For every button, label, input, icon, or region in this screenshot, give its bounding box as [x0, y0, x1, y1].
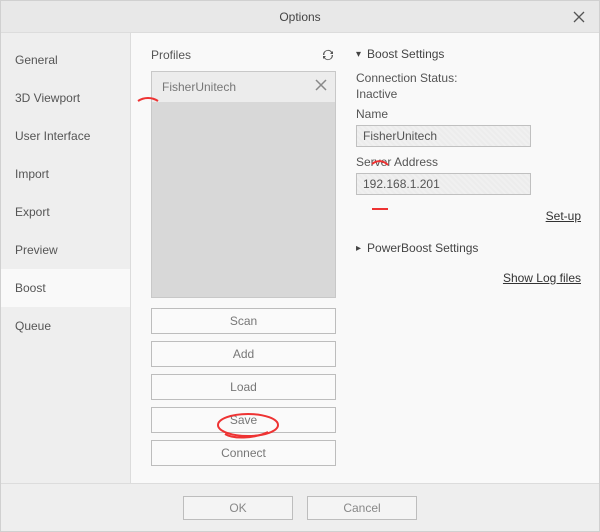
section-label: Boost Settings [367, 47, 444, 61]
add-button[interactable]: Add [151, 341, 336, 367]
server-address-label: Server Address [356, 155, 581, 169]
sidebar-item-label: Preview [15, 243, 58, 257]
sidebar-item-3d-viewport[interactable]: 3D Viewport [1, 79, 130, 117]
close-button[interactable] [559, 1, 599, 33]
button-label: OK [229, 501, 246, 515]
name-field[interactable]: FisherUnitech [356, 125, 531, 147]
profile-item-name: FisherUnitech [162, 80, 236, 94]
sidebar-item-export[interactable]: Export [1, 193, 130, 231]
button-label: Load [230, 380, 257, 394]
sidebar-item-label: 3D Viewport [15, 91, 80, 105]
scan-button[interactable]: Scan [151, 308, 336, 334]
sidebar-item-label: Import [15, 167, 49, 181]
close-icon [573, 11, 585, 23]
button-label: Save [230, 413, 257, 427]
button-label: Cancel [343, 501, 380, 515]
save-button[interactable]: Save [151, 407, 336, 433]
input-value: 192.168.1.201 [363, 177, 440, 191]
close-icon [315, 79, 327, 91]
footer: OK Cancel [1, 483, 599, 531]
sidebar-item-label: Export [15, 205, 50, 219]
profile-item[interactable]: FisherUnitech [152, 72, 335, 102]
sidebar-item-general[interactable]: General [1, 41, 130, 79]
sidebar-item-label: Queue [15, 319, 51, 333]
profiles-list[interactable]: FisherUnitech [151, 71, 336, 298]
server-address-field[interactable]: 192.168.1.201 [356, 173, 531, 195]
button-label: Scan [230, 314, 257, 328]
connection-status-value: Inactive [356, 87, 581, 101]
button-label: Add [233, 347, 254, 361]
section-label: PowerBoost Settings [367, 241, 478, 255]
chevron-down-icon: ▾ [356, 49, 361, 60]
refresh-icon [320, 47, 336, 63]
chevron-right-icon: ▸ [356, 243, 361, 254]
sidebar-item-preview[interactable]: Preview [1, 231, 130, 269]
connect-button[interactable]: Connect [151, 440, 336, 466]
cancel-button[interactable]: Cancel [307, 496, 417, 520]
ok-button[interactable]: OK [183, 496, 293, 520]
sidebar-item-import[interactable]: Import [1, 155, 130, 193]
load-button[interactable]: Load [151, 374, 336, 400]
profiles-label: Profiles [151, 48, 191, 62]
button-label: Connect [221, 446, 266, 460]
titlebar: Options [1, 1, 599, 33]
profile-remove-button[interactable] [315, 78, 327, 96]
setup-link[interactable]: Set-up [546, 209, 581, 223]
sidebar-item-label: User Interface [15, 129, 90, 143]
sidebar-item-user-interface[interactable]: User Interface [1, 117, 130, 155]
sidebar: General 3D Viewport User Interface Impor… [1, 33, 131, 483]
window-title: Options [279, 10, 320, 24]
connection-status-label: Connection Status: [356, 71, 581, 85]
boost-settings-header[interactable]: ▾ Boost Settings [356, 47, 581, 61]
input-value: FisherUnitech [363, 129, 437, 143]
sidebar-item-label: General [15, 53, 58, 67]
name-label: Name [356, 107, 581, 121]
refresh-button[interactable] [320, 47, 336, 63]
show-log-files-link[interactable]: Show Log files [503, 271, 581, 285]
sidebar-item-queue[interactable]: Queue [1, 307, 130, 345]
powerboost-settings-header[interactable]: ▸ PowerBoost Settings [356, 241, 581, 255]
sidebar-item-label: Boost [15, 281, 46, 295]
sidebar-item-boost[interactable]: Boost [1, 269, 130, 307]
